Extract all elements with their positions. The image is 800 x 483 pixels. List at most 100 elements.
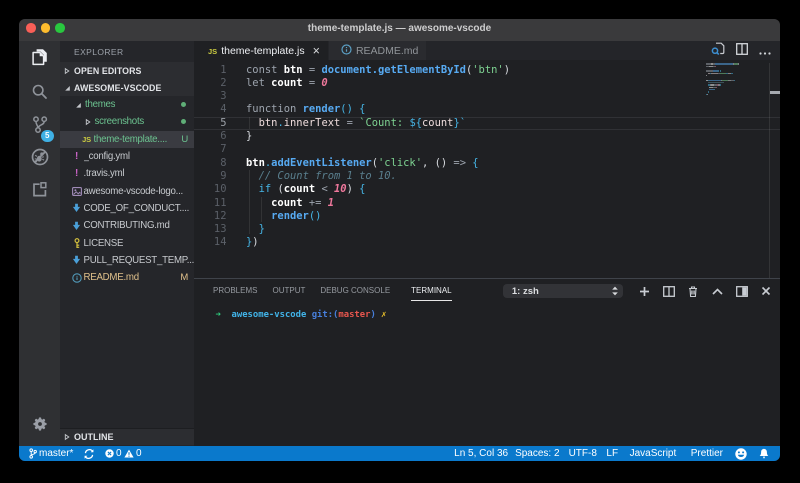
panel-tab-output[interactable]: OUTPUT: [272, 286, 305, 297]
code-token: (): [309, 210, 322, 222]
code-text: function render() {: [246, 103, 365, 116]
tab-label: README.md: [356, 45, 418, 57]
terminal-output[interactable]: ➜ awesome-vscode git:(master) ✗: [216, 310, 387, 320]
outline-section[interactable]: OUTLINE: [60, 428, 194, 446]
code-line-7: 7: [194, 143, 780, 156]
tree-item-readme-md[interactable]: README.mdM: [60, 269, 194, 286]
code-token: btn: [259, 117, 278, 129]
status-bell[interactable]: [759, 448, 769, 459]
plus-icon[interactable]: [633, 286, 657, 297]
settings-button[interactable]: [19, 410, 60, 443]
status-label: master*: [39, 448, 73, 459]
status-ln-5-col-36[interactable]: Ln 5, Col 36: [454, 448, 508, 459]
code-token: let: [246, 77, 271, 89]
tree-item-license[interactable]: LICENSE: [60, 234, 194, 251]
tree-item-travis-yml[interactable]: !.travis.yml: [60, 165, 194, 182]
panel-tabs: PROBLEMS OUTPUT DEBUG CONSOLE TERMINAL: [194, 286, 452, 297]
panel-actions: 1: zsh: [503, 279, 778, 303]
bell-icon: [759, 448, 769, 459]
line-number: 11: [194, 197, 227, 210]
code-token: =: [303, 77, 322, 89]
tree-item-label: screenshots: [95, 116, 144, 127]
minimap[interactable]: [706, 63, 764, 96]
status-smiley[interactable]: [735, 448, 747, 460]
code-token: addEventListener: [271, 157, 372, 169]
trash-icon[interactable]: [681, 286, 705, 297]
sidebar-title: EXPLORER: [60, 41, 194, 62]
status-label: 0: [116, 448, 122, 459]
activity-bar-item-extensions[interactable]: [19, 173, 60, 206]
close-icon[interactable]: [754, 286, 778, 296]
status-warning[interactable]: 0: [124, 448, 142, 459]
code-line-11: 11 count += 1: [194, 197, 780, 210]
source-control-badge: 5: [41, 130, 54, 143]
code-token: if: [259, 183, 278, 195]
tree-item-contributing-md[interactable]: CONTRIBUTING.md: [60, 217, 194, 234]
md-file-icon: [70, 221, 84, 231]
open-changes-icon[interactable]: [711, 42, 725, 60]
tree-item-label: CODE_OF_CONDUCT....: [84, 203, 190, 214]
code-line-1: 1const btn = document.getElementById('bt…: [194, 64, 780, 77]
ellipsis-icon[interactable]: [759, 42, 771, 60]
root-folder-label: AWESOME-VSCODE: [74, 83, 161, 93]
tree-item-themes[interactable]: themes: [60, 96, 194, 113]
code-editor[interactable]: 1const btn = document.getElementById('bt…: [194, 60, 780, 278]
tree-item-label: CONTRIBUTING.md: [84, 220, 170, 231]
status-label: UTF-8: [569, 448, 597, 459]
git-modified-dot: [181, 119, 186, 124]
image-file-icon: [70, 187, 84, 196]
title-bar[interactable]: theme-template.js — awesome-vscode: [19, 19, 780, 41]
status-lf[interactable]: LF: [606, 448, 618, 459]
editor-actions: [711, 41, 780, 60]
terminal-select[interactable]: 1: zsh: [503, 284, 623, 298]
code-token: render: [303, 103, 341, 115]
activity-bar-item-source-control[interactable]: [19, 108, 60, 141]
close-tab-icon[interactable]: ×: [313, 46, 320, 56]
panel-position-icon[interactable]: [730, 286, 754, 297]
root-folder-section[interactable]: AWESOME-VSCODE: [60, 79, 194, 96]
split-editor-icon[interactable]: [736, 42, 748, 60]
activity-bar-item-debug[interactable]: [19, 141, 60, 174]
open-editors-section[interactable]: OPEN EDITORS: [60, 62, 194, 79]
status-javascript[interactable]: JavaScript: [630, 448, 677, 459]
status-prettier[interactable]: Prettier: [691, 448, 723, 459]
tree-item-pull-request-temp[interactable]: PULL_REQUEST_TEMP...: [60, 252, 194, 269]
code-line-8: 8btn.addEventListener('click', () => {: [194, 157, 780, 170]
editor-tab-readme-md[interactable]: README.md: [329, 41, 426, 60]
tree-item-code-of-conduct[interactable]: CODE_OF_CONDUCT....: [60, 200, 194, 217]
code-token: ): [252, 236, 258, 248]
tree-item-awesome-vscode-logo[interactable]: awesome-vscode-logo...: [60, 182, 194, 199]
tree-item-theme-template[interactable]: JStheme-template....U: [60, 131, 194, 148]
gear-icon: [32, 416, 48, 437]
tree-item-screenshots[interactable]: screenshots: [60, 113, 194, 130]
code-line-2: 2let count = 0: [194, 77, 780, 90]
code-token: `Count:: [359, 117, 409, 129]
activity-bar-item-explorer[interactable]: [19, 41, 60, 74]
split-terminal-icon[interactable]: [657, 286, 681, 297]
window-title: theme-template.js — awesome-vscode: [19, 19, 780, 41]
code-token: btn: [246, 157, 265, 169]
code-text: count += 1: [246, 197, 334, 210]
line-number: 9: [194, 170, 227, 183]
md-file-icon: [70, 255, 84, 265]
status-spaces-2[interactable]: Spaces: 2: [515, 448, 559, 459]
status-bar-right: Ln 5, Col 36 Spaces: 2 UTF-8 LF JavaScript Pr…: [454, 446, 769, 461]
md-file-icon: [70, 203, 84, 213]
git-status-marker: U: [181, 134, 188, 145]
sync-icon: [84, 449, 94, 459]
tree-item-config-yml[interactable]: !_config.yml: [60, 148, 194, 165]
panel-tab-terminal[interactable]: TERMINAL: [411, 286, 451, 297]
chevron-down-icon: [72, 101, 85, 109]
activity-bar-item-search[interactable]: [19, 75, 60, 108]
status-utf-8[interactable]: UTF-8: [569, 448, 597, 459]
status-sync[interactable]: [84, 449, 96, 459]
code-token: ): [347, 183, 360, 195]
tree-item-label: awesome-vscode-logo...: [84, 186, 184, 197]
panel-tab-debug-console[interactable]: DEBUG CONSOLE: [320, 286, 390, 297]
panel-tab-problems[interactable]: PROBLEMS: [213, 286, 257, 297]
code-token: , (): [422, 157, 453, 169]
chevron-up-icon[interactable]: [705, 288, 729, 295]
editor-tab-theme-template-js[interactable]: JStheme-template.js×: [194, 41, 328, 60]
status-error[interactable]: 0: [105, 448, 122, 459]
status-git-branch[interactable]: master*: [29, 448, 73, 459]
